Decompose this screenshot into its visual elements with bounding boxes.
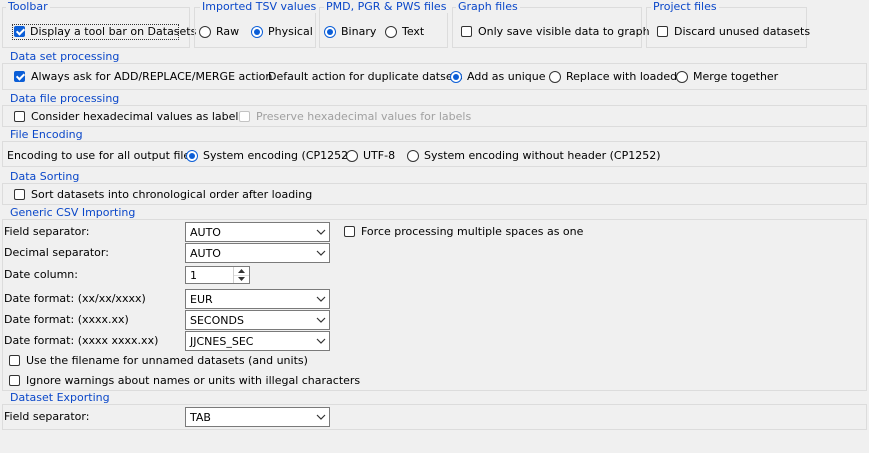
dataset-processing-title: Data set processing [8,50,122,63]
force-spaces-label[interactable]: Force processing multiple spaces as one [361,225,583,239]
date-format-2-label: Date format: (xxxx.xx) [4,313,129,326]
encoding-utf8-radio[interactable] [346,150,358,162]
tsv-raw-radio[interactable] [199,26,211,38]
merge-together-label[interactable]: Merge together [693,70,778,84]
ignore-warnings-label[interactable]: Ignore warnings about names or units wit… [26,374,360,388]
pmd-text-radio[interactable] [385,26,397,38]
consider-hex-checkbox[interactable] [14,111,25,122]
data-sorting-title: Data Sorting [8,170,82,183]
chevron-down-icon[interactable] [312,223,329,241]
merge-together-radio[interactable] [676,71,688,83]
chevron-down-icon[interactable] [312,332,329,350]
encoding-system-label[interactable]: System encoding (CP1252) [203,149,352,163]
toolbar-group-title: Toolbar [6,0,50,13]
data-file-processing-title: Data file processing [8,92,122,105]
pmd-group [319,7,448,48]
date-format-1-label: Date format: (xx/xx/xxxx) [4,292,146,305]
sort-chrono-label[interactable]: Sort datasets into chronological order a… [31,188,312,202]
use-filename-label[interactable]: Use the filename for unnamed datasets (a… [26,354,308,368]
pmd-text-label[interactable]: Text [402,25,424,39]
export-field-separator-value: TAB [190,411,211,424]
encoding-system-radio[interactable] [186,150,198,162]
use-filename-checkbox[interactable] [9,355,20,366]
chevron-down-icon[interactable] [312,311,329,329]
ignore-warnings-checkbox[interactable] [9,375,20,386]
replace-loaded-radio[interactable] [549,71,561,83]
date-format-3-label: Date format: (xxxx xxxx.xx) [4,334,159,347]
discard-unused-label[interactable]: Discard unused datasets [674,25,810,39]
encoding-system-no-header-radio[interactable] [407,150,419,162]
encoding-system-no-header-label[interactable]: System encoding without header (CP1252) [424,149,661,163]
export-field-separator-label: Field separator: [4,410,90,423]
date-format-2-value: SECONDS [190,314,244,327]
dataset-export-group [2,404,867,430]
field-separator-combo[interactable]: AUTO [185,222,330,242]
graph-files-group-title: Graph files [456,0,520,13]
dataset-export-title: Dataset Exporting [8,391,112,404]
date-column-value: 1 [190,269,197,282]
date-format-3-combo[interactable]: JJCNES_SEC [185,331,330,351]
export-field-separator-combo[interactable]: TAB [185,407,330,427]
preserve-hex-label: Preserve hexadecimal values for labels [256,110,472,123]
chevron-down-icon[interactable] [312,408,329,426]
decimal-separator-value: AUTO [190,247,221,260]
chevron-down-icon[interactable] [312,244,329,262]
pmd-group-title: PMD, PGR & PWS files [324,0,449,13]
always-ask-checkbox[interactable] [14,71,25,82]
display-toolbar-label[interactable]: Display a tool bar on Datasets [30,25,196,39]
date-format-1-value: EUR [190,293,213,306]
tsv-raw-label[interactable]: Raw [216,25,239,39]
tsv-physical-label[interactable]: Physical [268,25,313,39]
field-separator-label: Field separator: [4,225,90,238]
pmd-binary-radio[interactable] [324,26,336,38]
spin-down-icon[interactable] [234,275,249,283]
default-action-label: Default action for duplicate datsets [268,70,463,83]
preserve-hex-checkbox [239,111,250,122]
consider-hex-label[interactable]: Consider hexadecimal values as labels [31,110,244,124]
pmd-binary-label[interactable]: Binary [341,25,376,39]
file-encoding-title: File Encoding [8,128,85,141]
only-visible-checkbox[interactable] [461,26,472,37]
decimal-separator-label: Decimal separator: [4,246,109,259]
discard-unused-checkbox[interactable] [657,26,668,37]
csv-import-title: Generic CSV Importing [8,206,138,219]
decimal-separator-combo[interactable]: AUTO [185,243,330,263]
encoding-label: Encoding to use for all output files [7,149,196,162]
add-unique-radio[interactable] [450,71,462,83]
replace-loaded-label[interactable]: Replace with loaded [566,70,677,84]
chevron-down-icon[interactable] [312,290,329,308]
imported-tsv-group-title: Imported TSV values [200,0,319,13]
force-spaces-checkbox[interactable] [344,226,355,237]
display-toolbar-checkbox[interactable] [14,26,25,37]
date-column-label: Date column: [4,268,78,281]
date-format-3-value: JJCNES_SEC [190,335,254,348]
date-column-spinner[interactable]: 1 [185,266,250,284]
add-unique-label[interactable]: Add as unique [467,70,545,84]
sort-chrono-checkbox[interactable] [14,189,25,200]
tsv-physical-radio[interactable] [251,26,263,38]
project-files-group-title: Project files [651,0,719,13]
date-format-2-combo[interactable]: SECONDS [185,310,330,330]
only-visible-label[interactable]: Only save visible data to graph [478,25,650,39]
date-format-1-combo[interactable]: EUR [185,289,330,309]
always-ask-label[interactable]: Always ask for ADD/REPLACE/MERGE action [31,70,272,84]
field-separator-value: AUTO [190,226,221,239]
encoding-utf8-label[interactable]: UTF-8 [363,149,395,163]
